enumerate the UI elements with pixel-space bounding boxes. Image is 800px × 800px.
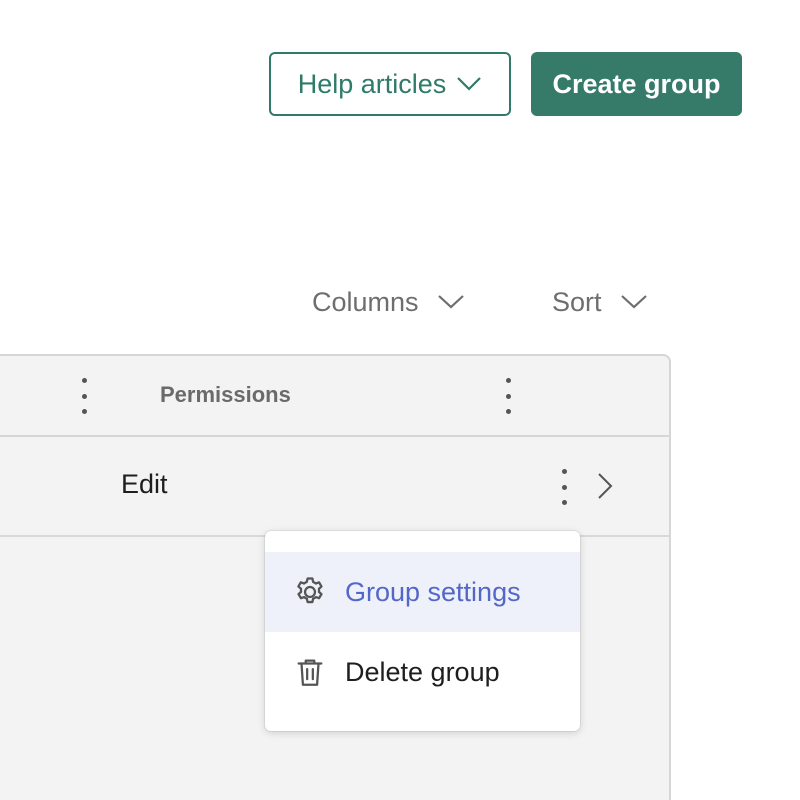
menu-item-label: Delete group — [345, 656, 500, 687]
chevron-down-icon — [437, 295, 464, 309]
menu-item-label: Group settings — [345, 576, 521, 607]
trash-icon — [297, 659, 323, 686]
help-articles-label: Help articles — [297, 68, 447, 99]
chevron-down-icon — [457, 77, 482, 91]
row-actions-kebab-icon[interactable] — [554, 469, 574, 505]
sort-dropdown[interactable]: Sort — [552, 280, 648, 324]
table-header: Permissions — [0, 356, 669, 437]
page: Help articles Create group Columns Sort … — [0, 0, 800, 800]
table-row[interactable]: Edit — [0, 437, 669, 537]
help-articles-dropdown-button[interactable]: Help articles — [269, 52, 511, 116]
row-actions-menu: Group settings Delete group — [265, 531, 580, 731]
permissions-cell: Edit — [121, 469, 168, 499]
columns-label: Columns — [312, 286, 419, 317]
menu-item-delete-group[interactable]: Delete group — [265, 632, 580, 712]
sort-label: Sort — [552, 286, 602, 317]
chevron-right-icon[interactable] — [596, 471, 614, 501]
menu-item-group-settings[interactable]: Group settings — [265, 552, 580, 632]
column-header-permissions[interactable]: Permissions — [160, 382, 291, 408]
column-options-kebab-icon[interactable] — [74, 378, 94, 414]
columns-dropdown[interactable]: Columns — [312, 280, 465, 324]
gear-icon — [297, 577, 323, 604]
create-group-button[interactable]: Create group — [531, 52, 742, 116]
chevron-down-icon — [620, 295, 647, 309]
create-group-label: Create group — [552, 68, 721, 99]
permissions-column-options-kebab-icon[interactable] — [498, 378, 518, 414]
